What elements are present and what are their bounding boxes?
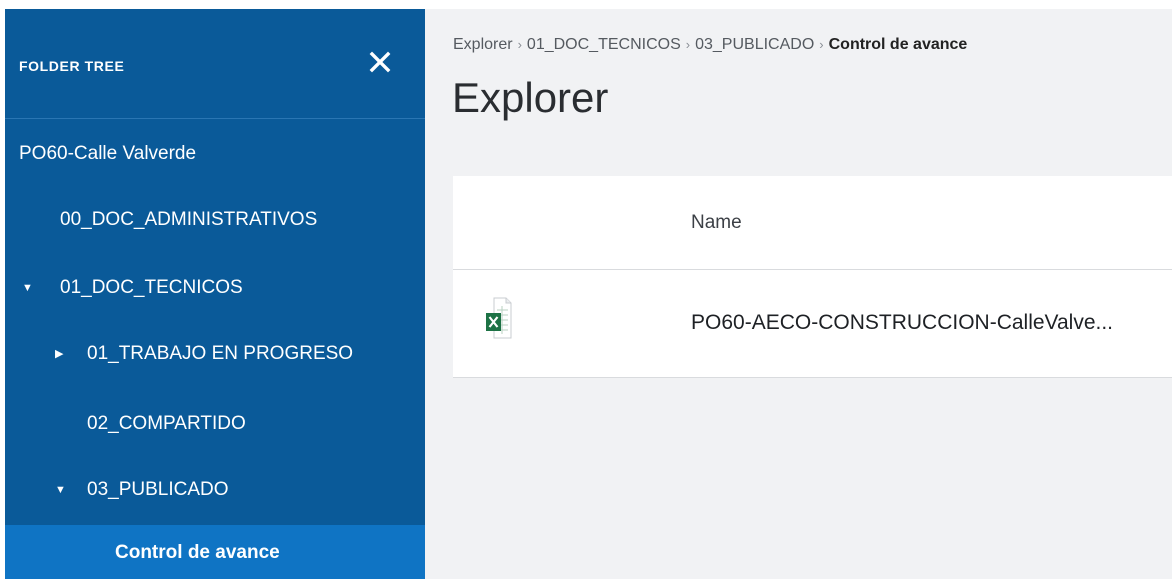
close-icon — [369, 51, 391, 73]
caret-down-icon[interactable]: ▼ — [22, 263, 33, 313]
breadcrumb-separator-icon: › — [517, 37, 522, 52]
breadcrumb-separator-icon: › — [819, 37, 824, 52]
top-border — [0, 0, 1172, 9]
tree-item-label: 03_PUBLICADO — [87, 479, 229, 500]
file-name[interactable]: PO60-AECO-CONSTRUCCION-CalleValve... — [691, 311, 1113, 335]
tree-item-02-compartido[interactable]: 02_COMPARTIDO — [5, 399, 425, 449]
tree-item-po60-calle-valverde[interactable]: PO60-Calle Valverde — [5, 129, 425, 179]
folder-tree-title: FOLDER TREE — [19, 58, 125, 74]
tree-item-label: 00_DOC_ADMINISTRATIVOS — [60, 209, 318, 230]
breadcrumb-current: Control de avance — [828, 36, 968, 53]
caret-down-icon[interactable]: ▼ — [55, 465, 66, 515]
tree-item-03-publicado[interactable]: ▼ 03_PUBLICADO — [5, 465, 425, 515]
tree-item-label: Control de avance — [115, 542, 280, 563]
close-folder-tree-button[interactable] — [365, 47, 395, 77]
excel-file-icon — [486, 297, 512, 349]
table-header: Name — [453, 176, 1172, 270]
breadcrumb-item-explorer[interactable]: Explorer — [453, 36, 513, 53]
tree-item-control-de-avance[interactable]: Control de avance — [5, 525, 425, 579]
table-row[interactable]: PO60-AECO-CONSTRUCCION-CalleValve... — [453, 270, 1172, 378]
tree-item-01-trabajo-en-progreso[interactable]: ▶ 01_TRABAJO EN PROGRESO — [5, 329, 425, 379]
app-window: FOLDER TREE PO60-Calle Valverde 00_DOC_A… — [0, 0, 1172, 579]
breadcrumb-separator-icon: › — [685, 37, 691, 52]
folder-tree-panel: FOLDER TREE PO60-Calle Valverde 00_DOC_A… — [5, 9, 425, 579]
page-title: Explorer — [452, 74, 609, 121]
caret-right-icon[interactable]: ▶ — [55, 329, 63, 379]
tree-item-label: 01_TRABAJO EN PROGRESO — [87, 343, 354, 364]
folder-tree-header: FOLDER TREE — [5, 9, 425, 119]
tree-item-00-doc-administrativos[interactable]: 00_DOC_ADMINISTRATIVOS — [5, 195, 425, 245]
tree-item-label: 02_COMPARTIDO — [87, 413, 246, 434]
breadcrumb-item-03-publicado[interactable]: 03_PUBLICADO — [695, 36, 814, 53]
tree-item-01-doc-tecnicos[interactable]: ▼ 01_DOC_TECNICOS — [5, 263, 425, 313]
column-header-name[interactable]: Name — [691, 212, 742, 234]
tree-item-label: 01_DOC_TECNICOS — [60, 277, 243, 298]
tree-item-label: PO60-Calle Valverde — [19, 143, 197, 164]
breadcrumb-item-01-doc-tecnicos[interactable]: 01_DOC_TECNICOS — [527, 36, 681, 53]
file-table: Name PO60-AECO-CONSTRUCCION-CalleValve..… — [453, 176, 1172, 378]
breadcrumb: Explorer › 01_DOC_TECNICOS › 03_PUBLICADO › Co… — [453, 36, 967, 54]
